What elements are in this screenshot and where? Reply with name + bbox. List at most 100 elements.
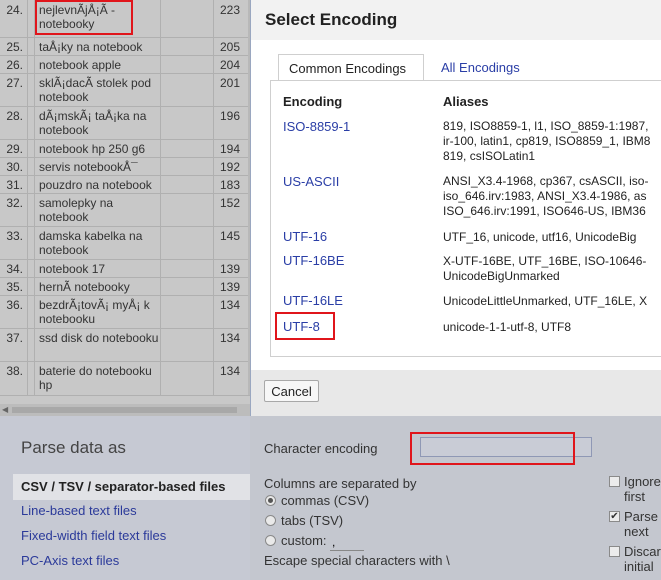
- aliases-iso-8859-1: 819, ISO8859-1, l1, ISO_8859-1:1987, ir-…: [443, 119, 651, 163]
- dialog-title: Select Encoding: [265, 10, 398, 29]
- row-gap-cell: [28, 328, 35, 361]
- count-cell: 205: [219, 40, 240, 54]
- scrollbar-thumb[interactable]: [12, 407, 237, 413]
- search-term-cell: servis notebookÅ¯: [39, 160, 138, 174]
- empty-cell: [160, 73, 214, 106]
- search-term-cell: sklÃ¡dacÃ­ stolek pod notebook: [39, 76, 152, 104]
- table-row: 27. sklÃ¡dacÃ­ stolek pod notebook 201: [0, 73, 250, 107]
- encoding-link-utf-16be[interactable]: UTF-16BE: [283, 253, 344, 268]
- encodings-table: Encoding Aliases ISO-8859-1 819, ISO8859…: [270, 80, 661, 357]
- tab-all-encodings[interactable]: All Encodings: [431, 54, 531, 81]
- character-encoding-input[interactable]: [420, 437, 592, 457]
- search-term-cell: nejlevnÃ­jÅ¡Ã­ - notebooky: [39, 3, 116, 31]
- cancel-button[interactable]: Cancel: [264, 380, 319, 402]
- encoding-link-utf-16[interactable]: UTF-16: [283, 229, 327, 244]
- table-row: 35. hernÃ­ notebooky 139: [0, 277, 250, 296]
- empty-cell: [160, 226, 214, 259]
- search-term-cell: notebook hp 250 g6: [39, 142, 146, 156]
- row-gap-cell: [28, 361, 35, 395]
- table-row: 36. bezdrÃ¡tovÃ¡ myÅ¡ k notebooku 134: [0, 295, 250, 329]
- escape-characters-label: Escape special characters with \: [264, 553, 450, 568]
- empty-cell: [160, 139, 214, 157]
- checkbox-ignore[interactable]: [609, 476, 620, 487]
- column-header-aliases: Aliases: [443, 94, 489, 109]
- row-gap-cell: [28, 73, 35, 106]
- radio-custom[interactable]: [265, 535, 276, 546]
- ignore-line1: Ignore: [624, 474, 661, 489]
- table-row: 34. notebook 17 139: [0, 259, 250, 278]
- format-pc-axis[interactable]: PC-Axis text files: [21, 553, 119, 568]
- format-fixed-width[interactable]: Fixed-width field text files: [21, 528, 166, 543]
- aliases-us-ascii: ANSI_X3.4-1968, cp367, csASCII, iso- iso…: [443, 174, 649, 218]
- select-encoding-dialog: Select Encoding Common Encodings All Enc…: [250, 0, 661, 416]
- search-term-cell: dÃ¡mskÃ¡ taÅ¡ka na notebook: [39, 109, 147, 137]
- checkbox-ignore-label: Ignore first: [624, 474, 661, 504]
- count-cell: 183: [219, 178, 240, 192]
- empty-cell: [160, 175, 214, 193]
- count-cell: 134: [219, 364, 240, 378]
- table-row: 26. notebook apple 204: [0, 55, 250, 74]
- checkbox-parse[interactable]: ✔: [609, 511, 620, 522]
- encoding-link-iso-8859-1[interactable]: ISO-8859-1: [283, 119, 350, 134]
- tab-common-encodings[interactable]: Common Encodings: [278, 54, 424, 81]
- format-line-based[interactable]: Line-based text files: [21, 503, 137, 518]
- row-number: 31.: [0, 175, 28, 193]
- encoding-link-utf-8[interactable]: UTF-8: [283, 319, 320, 334]
- checkbox-parse-label: Parse next: [624, 509, 658, 539]
- row-gap-cell: [28, 139, 35, 157]
- table-row: 29. notebook hp 250 g6 194: [0, 139, 250, 158]
- table-row: 24. nejlevnÃ­jÅ¡Ã­ - notebooky 223: [0, 0, 250, 38]
- table-row: 25. taÅ¡ky na notebook 205: [0, 37, 250, 56]
- count-cell: 152: [219, 196, 240, 210]
- checkbox-discard[interactable]: [609, 546, 620, 557]
- row-gap-cell: [28, 226, 35, 259]
- count-cell: 145: [219, 229, 240, 243]
- table-horizontal-scrollbar[interactable]: ◀: [0, 404, 250, 416]
- parse-line2: next: [624, 524, 649, 539]
- row-number: 28.: [0, 106, 28, 139]
- row-number: 25.: [0, 37, 28, 55]
- search-term-cell: ssd disk do notebooku: [39, 331, 159, 345]
- radio-custom-label: custom:: [281, 533, 327, 548]
- count-cell: 134: [219, 331, 240, 345]
- encoding-link-utf-16le[interactable]: UTF-16LE: [283, 293, 343, 308]
- empty-cell: [160, 295, 214, 328]
- parse-format-list: Parse data as CSV / TSV / separator-base…: [0, 416, 250, 580]
- empty-cell: [160, 55, 214, 73]
- count-cell: 204: [219, 58, 240, 72]
- search-term-cell: notebook 17: [39, 262, 106, 276]
- radio-commas-label: commas (CSV): [281, 493, 370, 508]
- table-row: 30. servis notebookÅ¯ 192: [0, 157, 250, 176]
- row-number: 38.: [0, 361, 28, 395]
- empty-cell: [160, 259, 214, 277]
- table-row: 38. baterie do notebooku hp 134: [0, 361, 250, 396]
- format-csv-tsv[interactable]: CSV / TSV / separator-based files: [13, 474, 250, 500]
- count-cell: 194: [219, 142, 240, 156]
- row-number: 37.: [0, 328, 28, 361]
- encoding-link-us-ascii[interactable]: US-ASCII: [283, 174, 339, 189]
- row-number: 29.: [0, 139, 28, 157]
- radio-commas[interactable]: [265, 495, 276, 506]
- empty-cell: [160, 361, 214, 395]
- empty-cell: [160, 157, 214, 175]
- search-term-cell: samolepky na notebook: [39, 196, 114, 224]
- parse-options-panel: Parse data as CSV / TSV / separator-base…: [0, 416, 661, 580]
- row-gap-cell: [28, 193, 35, 226]
- row-gap-cell: [28, 0, 35, 37]
- custom-separator-input[interactable]: [330, 534, 364, 551]
- row-gap-cell: [28, 295, 35, 328]
- aliases-utf-16: UTF_16, unicode, utf16, UnicodeBig: [443, 230, 637, 244]
- row-gap-cell: [28, 277, 35, 295]
- row-number: 36.: [0, 295, 28, 328]
- scroll-left-icon[interactable]: ◀: [2, 404, 8, 416]
- row-gap-cell: [28, 37, 35, 55]
- row-gap-cell: [28, 157, 35, 175]
- table-row: 32. samolepky na notebook 152: [0, 193, 250, 227]
- checkbox-discard-label: Discar initial: [624, 544, 661, 574]
- search-term-cell: notebook apple: [39, 58, 122, 72]
- column-header-encoding: Encoding: [283, 94, 343, 109]
- search-term-cell: taÅ¡ky na notebook: [39, 40, 143, 54]
- data-preview-table: 24. nejlevnÃ­jÅ¡Ã­ - notebooky 223 25. taÅ¡k…: [0, 0, 250, 404]
- row-number: 34.: [0, 259, 28, 277]
- radio-tabs[interactable]: [265, 515, 276, 526]
